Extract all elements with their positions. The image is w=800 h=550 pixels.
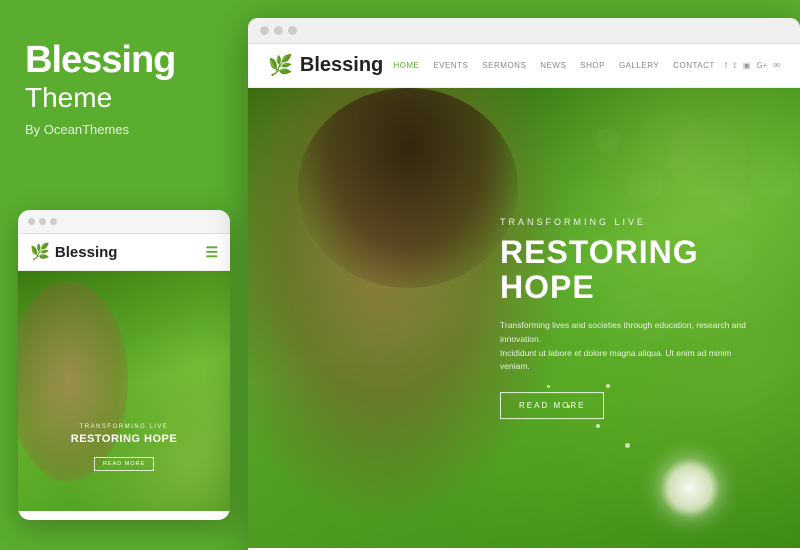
mobile-mockup: 🌿 Blessing ☰ TRANSFORMING LIVE RESTORING… — [18, 210, 230, 520]
bokeh-4 — [595, 128, 620, 153]
desktop-hero-content: TRANSFORMING LIVE RESTORING HOPE Transfo… — [500, 217, 760, 419]
spore-3 — [625, 443, 630, 448]
mobile-hamburger-icon[interactable]: ☰ — [205, 244, 218, 261]
theme-title: Blessing Theme By OceanThemes — [25, 40, 228, 137]
mobile-dot-3 — [50, 218, 57, 225]
spore-1 — [596, 424, 600, 428]
rss-icon[interactable]: ▣ — [743, 61, 751, 70]
mobile-dot-2 — [39, 218, 46, 225]
mobile-dot-1 — [28, 218, 35, 225]
email-icon[interactable]: ✉ — [773, 61, 780, 70]
facebook-icon[interactable]: f — [725, 61, 727, 70]
bokeh-5 — [640, 108, 700, 168]
desktop-nav-links: HOME EVENTS SERMONS NEWS SHOP GALLERY CO… — [393, 61, 714, 70]
mobile-nav: 🌿 Blessing ☰ — [18, 234, 230, 271]
hero-hair-shape — [298, 88, 518, 288]
desktop-dot-1 — [260, 26, 269, 35]
googleplus-icon[interactable]: G+ — [756, 61, 767, 70]
bokeh-3 — [628, 168, 663, 203]
mobile-cta-button[interactable]: READ MORE — [94, 457, 154, 471]
nav-link-sermons[interactable]: SERMONS — [482, 61, 526, 70]
nav-link-events[interactable]: EVENTS — [433, 61, 468, 70]
twitter-icon[interactable]: 𝕥 — [733, 61, 737, 70]
desktop-cta-button[interactable]: READ MORE — [500, 392, 604, 419]
desktop-mockup: 🌿 Blessing HOME EVENTS SERMONS NEWS SHOP… — [248, 18, 800, 550]
desktop-logo: 🌿 Blessing — [268, 53, 383, 78]
desktop-leaf-icon: 🌿 — [268, 53, 293, 78]
desktop-dot-3 — [288, 26, 297, 35]
desktop-title-bar — [248, 18, 800, 44]
desktop-social-links: f 𝕥 ▣ G+ ✉ — [725, 61, 780, 70]
nav-link-contact[interactable]: CONTACT — [673, 61, 715, 70]
mobile-leaf-icon: 🌿 — [30, 242, 50, 262]
mobile-hero-text: TRANSFORMING LIVE RESTORING HOPE READ MO… — [54, 424, 194, 471]
desktop-dot-2 — [274, 26, 283, 35]
nav-link-gallery[interactable]: GALLERY — [619, 61, 659, 70]
nav-link-home[interactable]: HOME — [393, 61, 419, 70]
bokeh-2 — [748, 148, 798, 198]
desktop-nav: 🌿 Blessing HOME EVENTS SERMONS NEWS SHOP… — [248, 44, 800, 88]
dandelion-puff — [660, 458, 720, 518]
desktop-hero: TRANSFORMING LIVE RESTORING HOPE Transfo… — [248, 88, 800, 548]
hero-description: Transforming lives and societies through… — [500, 320, 760, 374]
nav-link-shop[interactable]: SHOP — [580, 61, 605, 70]
bokeh-7 — [720, 188, 750, 218]
nav-link-news[interactable]: NEWS — [540, 61, 566, 70]
mobile-hero-image: TRANSFORMING LIVE RESTORING HOPE READ MO… — [18, 271, 230, 511]
mobile-logo: 🌿 Blessing — [30, 242, 117, 262]
mobile-title-bar — [18, 210, 230, 234]
